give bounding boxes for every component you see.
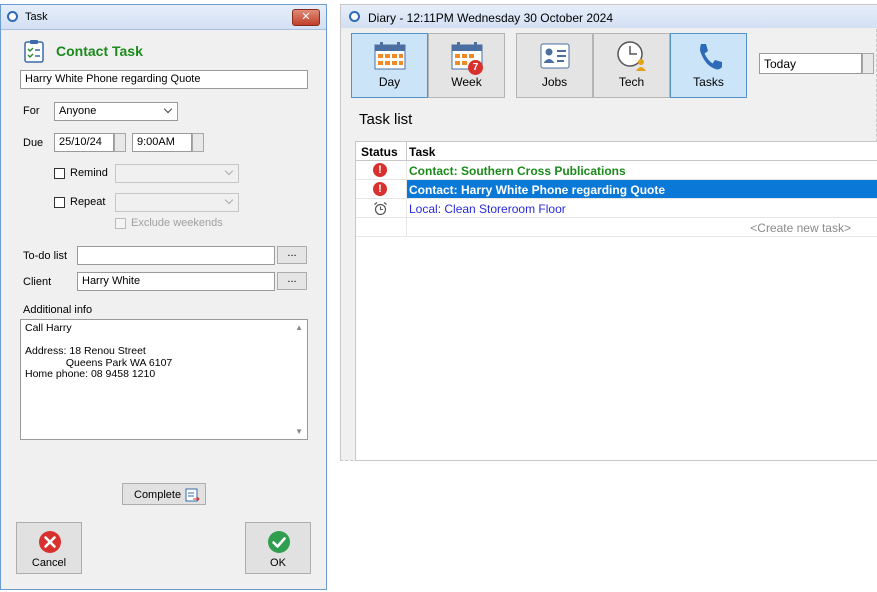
task-list-title: Task list bbox=[359, 111, 413, 128]
status-cell: ! bbox=[356, 180, 407, 198]
client-input[interactable]: Harry White bbox=[77, 272, 275, 291]
scroll-up-icon[interactable]: ▲ bbox=[295, 323, 303, 332]
task-cell: Contact: Harry White Phone regarding Quo… bbox=[409, 183, 666, 197]
date-field[interactable]: Today bbox=[759, 53, 862, 74]
task-table: Status Task ! Contact: Southern Cross Pu… bbox=[355, 141, 877, 461]
task-titlebar[interactable]: Task ✕ bbox=[1, 5, 326, 30]
exclude-weekends-label: Exclude weekends bbox=[131, 217, 223, 229]
scroll-down-icon[interactable]: ▼ bbox=[295, 427, 303, 436]
for-label: For bbox=[23, 105, 40, 117]
clock-person-icon bbox=[617, 41, 646, 71]
table-header: Status Task bbox=[356, 142, 877, 161]
ok-check-icon bbox=[268, 531, 290, 553]
due-time-field[interactable]: 9:00AM bbox=[132, 133, 192, 152]
due-label: Due bbox=[23, 137, 44, 149]
alert-icon: ! bbox=[373, 163, 387, 177]
complete-button[interactable]: Complete bbox=[122, 483, 206, 505]
task-heading: Contact Task bbox=[56, 43, 143, 59]
app-logo-icon bbox=[7, 11, 18, 22]
date-field-dropdown[interactable] bbox=[862, 53, 874, 74]
jobs-card-icon bbox=[540, 43, 570, 69]
status-column-header[interactable]: Status bbox=[361, 145, 398, 159]
chevron-down-icon bbox=[224, 166, 234, 176]
table-row[interactable]: ! Contact: Harry White Phone regarding Q… bbox=[356, 180, 877, 199]
chevron-down-icon bbox=[163, 104, 173, 114]
ok-label: OK bbox=[270, 557, 286, 569]
tasks-view-label: Tasks bbox=[693, 75, 724, 89]
task-window: Task ✕ Contact Task Harry White Phone re… bbox=[0, 4, 327, 590]
jobs-view-label: Jobs bbox=[541, 75, 568, 89]
jobs-view-button[interactable]: Jobs bbox=[516, 33, 593, 98]
repeat-label: Repeat bbox=[70, 196, 106, 208]
ok-button[interactable]: OK bbox=[245, 522, 311, 574]
due-date-field[interactable]: 25/10/24 bbox=[54, 133, 114, 152]
task-window-title: Task bbox=[25, 11, 48, 23]
alarm-clock-icon bbox=[374, 202, 387, 216]
cancel-x-icon bbox=[39, 531, 61, 553]
create-task-row[interactable]: <Create new task> bbox=[356, 218, 877, 237]
column-divider bbox=[406, 142, 407, 161]
status-cell bbox=[356, 199, 407, 217]
close-button[interactable]: ✕ bbox=[292, 9, 320, 26]
table-row[interactable]: ! Contact: Southern Cross Publications bbox=[356, 161, 877, 180]
client-browse-button[interactable]: ... bbox=[277, 272, 307, 290]
repeat-checkbox[interactable] bbox=[54, 197, 65, 208]
due-time-spinner[interactable] bbox=[192, 133, 204, 152]
subject-input[interactable]: Harry White Phone regarding Quote bbox=[20, 70, 308, 89]
task-cell: Contact: Southern Cross Publications bbox=[409, 164, 626, 178]
cancel-label: Cancel bbox=[31, 557, 67, 569]
task-column-header[interactable]: Task bbox=[409, 145, 435, 159]
week-badge: 7 bbox=[468, 60, 483, 75]
exclude-weekends-checkbox[interactable] bbox=[115, 218, 126, 229]
clipboard-icon bbox=[24, 40, 44, 63]
remind-checkbox[interactable] bbox=[54, 168, 65, 179]
day-view-button[interactable]: Day bbox=[351, 33, 428, 98]
week-view-button[interactable]: 7 Week bbox=[428, 33, 505, 98]
diary-window-title: Diary - 12:11PM Wednesday 30 October 202… bbox=[368, 11, 614, 25]
todo-browse-button[interactable]: ... bbox=[277, 246, 307, 264]
remind-label: Remind bbox=[70, 167, 108, 179]
week-view-label: Week bbox=[451, 75, 482, 89]
for-select-value: Anyone bbox=[59, 105, 97, 117]
status-cell bbox=[356, 218, 407, 236]
table-row[interactable]: Local: Clean Storeroom Floor bbox=[356, 199, 877, 218]
tech-view-label: Tech bbox=[618, 75, 645, 89]
complete-label: Complete bbox=[134, 489, 182, 501]
status-cell: ! bbox=[356, 161, 407, 179]
todo-input[interactable] bbox=[77, 246, 275, 265]
phone-icon bbox=[700, 44, 722, 70]
tasks-view-button[interactable]: Tasks bbox=[670, 33, 747, 98]
additional-info-textarea[interactable]: Call Harry Address: 18 Renou Street Quee… bbox=[20, 319, 308, 440]
for-select[interactable]: Anyone bbox=[54, 102, 178, 121]
additional-info-text: Call Harry Address: 18 Renou Street Quee… bbox=[25, 322, 173, 380]
calendar-day-icon bbox=[374, 42, 406, 70]
chevron-down-icon bbox=[224, 195, 234, 205]
client-label: Client bbox=[23, 276, 52, 288]
repeat-select[interactable] bbox=[115, 193, 239, 212]
create-new-task-link[interactable]: <Create new task> bbox=[750, 221, 851, 235]
diary-titlebar[interactable]: Diary - 12:11PM Wednesday 30 October 202… bbox=[341, 5, 877, 28]
diary-window: Diary - 12:11PM Wednesday 30 October 202… bbox=[340, 4, 877, 461]
app-logo-icon bbox=[349, 11, 360, 22]
todo-label: To-do list bbox=[23, 250, 68, 262]
day-view-label: Day bbox=[378, 75, 401, 89]
additional-info-label: Additional info bbox=[23, 304, 93, 316]
due-date-spinner[interactable] bbox=[114, 133, 126, 152]
tech-view-button[interactable]: Tech bbox=[593, 33, 670, 98]
alert-icon: ! bbox=[373, 182, 387, 196]
task-cell: Local: Clean Storeroom Floor bbox=[409, 202, 566, 216]
cancel-button[interactable]: Cancel bbox=[16, 522, 82, 574]
task-complete-icon bbox=[185, 488, 200, 502]
remind-select[interactable] bbox=[115, 164, 239, 183]
